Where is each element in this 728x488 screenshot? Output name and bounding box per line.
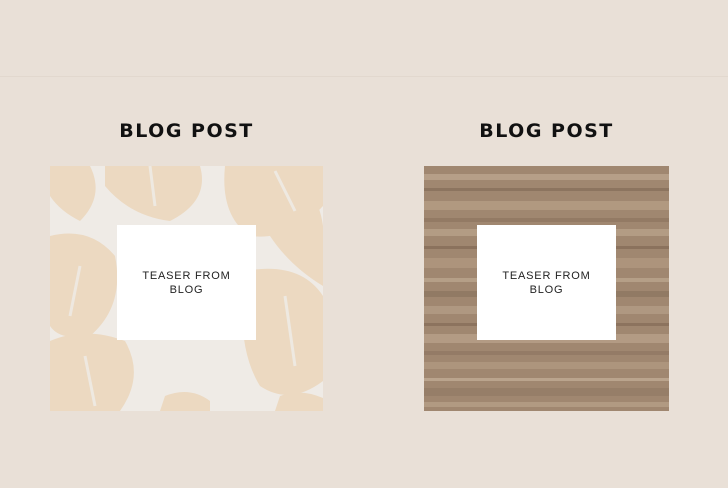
teaser-box[interactable]: TEASER FROM BLOG <box>477 225 616 340</box>
header-band <box>0 0 728 77</box>
teaser-box[interactable]: TEASER FROM BLOG <box>117 225 256 340</box>
blog-post-title[interactable]: BLOG POST <box>424 120 669 142</box>
teaser-text: TEASER FROM BLOG <box>502 269 591 296</box>
blog-post-image[interactable]: TEASER FROM BLOG <box>50 166 323 411</box>
blog-post-image[interactable]: TEASER FROM BLOG <box>424 166 669 411</box>
blog-post-title[interactable]: BLOG POST <box>50 120 323 142</box>
teaser-text: TEASER FROM BLOG <box>142 269 231 296</box>
